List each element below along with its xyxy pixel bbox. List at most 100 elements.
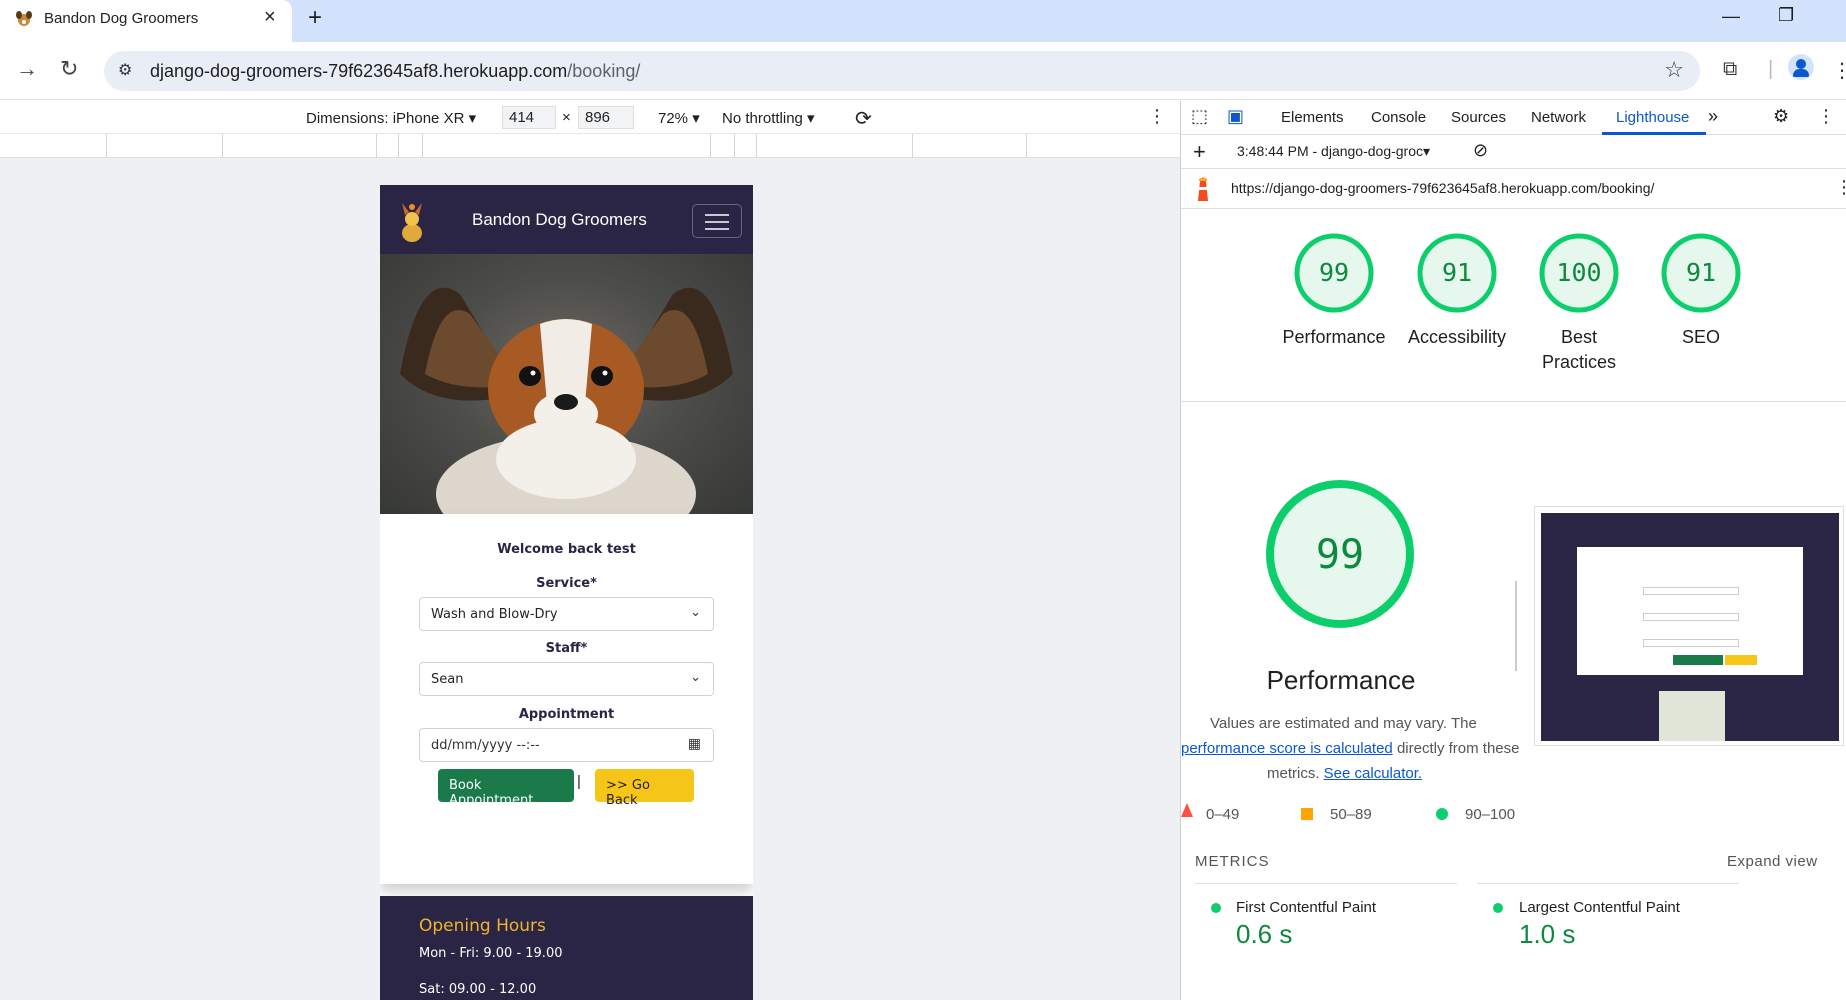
tab-console[interactable]: Console [1371, 109, 1426, 126]
minimize-icon[interactable]: — [1722, 6, 1740, 27]
site-navbar: Bandon Dog Groomers [380, 185, 753, 254]
clear-reports-icon[interactable]: ⊘ [1473, 140, 1488, 161]
devtools-menu-icon[interactable]: ⋮ [1817, 106, 1835, 127]
tab-lighthouse[interactable]: Lighthouse [1616, 109, 1689, 126]
new-report-icon[interactable]: + [1193, 139, 1206, 165]
score-performance[interactable]: 99 [1294, 258, 1374, 287]
legend-average: 50–89 [1330, 806, 1372, 823]
tab-elements[interactable]: Elements [1281, 109, 1344, 126]
dimension-times: × [562, 109, 571, 126]
site-info-icon[interactable]: ⚙ [118, 60, 132, 80]
device-width-input[interactable]: 414 [502, 106, 556, 129]
device-toolbar: Dimensions: iPhone XR ▾ 414 × 896 72% ▾ … [0, 101, 1180, 134]
service-label: Service* [536, 576, 597, 591]
close-tab-icon[interactable]: × [264, 6, 276, 29]
opening-hours-heading: Opening Hours [419, 916, 546, 936]
url-text: django-dog-groomers-79f623645af8.herokua… [150, 61, 641, 81]
dog-logo-icon[interactable] [396, 195, 428, 243]
hero-dog-image [380, 254, 753, 514]
reload-icon[interactable]: ↻ [60, 56, 78, 82]
thumb-back-button [1725, 655, 1757, 665]
more-tabs-icon[interactable]: » [1708, 106, 1718, 127]
metric-pass-dot [1493, 903, 1503, 913]
staff-label: Staff* [545, 641, 588, 656]
lighthouse-logo-icon [1198, 177, 1208, 201]
settings-gear-icon[interactable]: ⚙ [1773, 106, 1789, 127]
site-brand[interactable]: Bandon Dog Groomers [472, 210, 647, 230]
appointment-datetime-input[interactable]: dd/mm/yyyy --:-- ▦ [419, 728, 714, 762]
media-query-ruler [0, 134, 1180, 158]
site-footer: Opening Hours Mon - Fri: 9.00 - 19.00 Sa… [380, 896, 753, 1000]
menu-kebab-icon[interactable]: ⋮ [1832, 58, 1846, 83]
label-seo: SEO [1681, 327, 1720, 347]
metric-lcp-title: Largest Contentful Paint [1519, 899, 1680, 916]
metrics-heading: METRICS [1195, 853, 1270, 870]
bookmark-star-icon[interactable]: ☆ [1664, 57, 1684, 83]
address-bar[interactable]: ⚙ django-dog-groomers-79f623645af8.herok… [104, 51, 1700, 91]
devtools-panel: ⬚ ▣ Elements Console Sources Network Lig… [1180, 101, 1846, 1000]
button-separator: | [577, 773, 581, 790]
panel-scrollbar[interactable] [1515, 581, 1517, 671]
new-tab-icon[interactable]: + [308, 4, 322, 32]
devtools-tabbar: ⬚ ▣ Elements Console Sources Network Lig… [1181, 101, 1846, 135]
report-menu-icon[interactable]: ⋮ [1835, 177, 1846, 198]
chevron-down-icon: ⌄ [690, 605, 701, 620]
thumb-select [1643, 639, 1739, 647]
book-appointment-button[interactable]: Book Appointment [438, 769, 574, 808]
legend-fail: 0–49 [1206, 806, 1240, 823]
metric-fcp-value: 0.6 s [1236, 919, 1293, 949]
zoom-select[interactable]: 72% ▾ [658, 109, 700, 127]
perf-desc-line2: performance score is calculated directly… [1181, 740, 1520, 757]
score-accessibility[interactable]: 91 [1417, 258, 1497, 287]
thumb-card [1577, 547, 1803, 675]
score-best-practices[interactable]: 100 [1539, 258, 1619, 287]
lighthouse-report-bar: + 3:48:44 PM - django-dog-groc▾ ⊘ [1181, 135, 1846, 169]
thumb-select [1643, 613, 1739, 621]
restore-icon[interactable]: ❐ [1778, 5, 1794, 26]
expand-view-toggle[interactable]: Expand view [1727, 853, 1818, 870]
extensions-icon[interactable]: ⧉ [1723, 58, 1737, 81]
forward-icon[interactable]: → [16, 56, 38, 82]
calendar-icon[interactable]: ▦ [688, 736, 701, 752]
score-calculation-link[interactable]: performance score is calculated [1181, 740, 1393, 757]
rotate-icon[interactable]: ⟳ [855, 106, 872, 131]
profile-avatar[interactable] [1788, 54, 1814, 80]
dog-favicon-icon [16, 11, 32, 26]
device-toggle-icon[interactable]: ▣ [1227, 106, 1244, 127]
thumb-page [1541, 513, 1839, 741]
thumb-select [1643, 587, 1739, 595]
appointment-label: Appointment [518, 707, 615, 722]
device-more-icon[interactable]: ⋮ [1148, 106, 1166, 127]
report-url[interactable]: https://django-dog-groomers-79f623645af8… [1231, 180, 1654, 196]
hours-weekday: Mon - Fri: 9.00 - 19.00 [419, 946, 563, 961]
device-height-input[interactable]: 896 [578, 106, 634, 129]
score-seo[interactable]: 91 [1661, 258, 1741, 287]
browser-tab[interactable]: Bandon Dog Groomers × [0, 0, 292, 42]
hours-saturday: Sat: 09.00 - 12.00 [419, 982, 537, 997]
label-performance: Performance [1282, 327, 1386, 347]
report-url-bar: https://django-dog-groomers-79f623645af8… [1181, 169, 1846, 209]
service-select[interactable]: Wash and Blow-Dry ⌄ [419, 597, 714, 631]
booking-card: Welcome back test Service* Wash and Blow… [380, 514, 753, 884]
page-screenshot-thumbnail[interactable] [1534, 506, 1844, 746]
score-gauges [1294, 233, 1741, 313]
inspect-element-icon[interactable]: ⬚ [1191, 106, 1208, 127]
metrics-divider-right [1477, 883, 1739, 884]
welcome-message: Welcome back test [497, 542, 636, 557]
report-selector[interactable]: 3:48:44 PM - django-dog-groc▾ [1237, 143, 1430, 160]
metric-fcp-title: First Contentful Paint [1236, 899, 1377, 916]
tab-sources[interactable]: Sources [1451, 109, 1506, 126]
device-dimensions-select[interactable]: Dimensions: iPhone XR ▾ [306, 109, 476, 127]
fail-triangle-icon [1181, 803, 1193, 817]
see-calculator-link[interactable]: See calculator. [1324, 765, 1422, 782]
throttling-select[interactable]: No throttling ▾ [722, 109, 815, 127]
go-back-button[interactable]: >> Go Back [595, 769, 694, 808]
tab-title: Bandon Dog Groomers [44, 10, 199, 27]
metric-pass-dot [1211, 903, 1221, 913]
menu-toggle-button[interactable] [692, 204, 742, 238]
papillon-illustration [400, 287, 733, 514]
label-best-practices: Best Practices [1541, 327, 1617, 372]
staff-select[interactable]: Sean ⌄ [419, 662, 714, 696]
tab-network[interactable]: Network [1531, 109, 1586, 126]
perf-desc-line1: Values are estimated and may vary. The [1210, 715, 1477, 732]
